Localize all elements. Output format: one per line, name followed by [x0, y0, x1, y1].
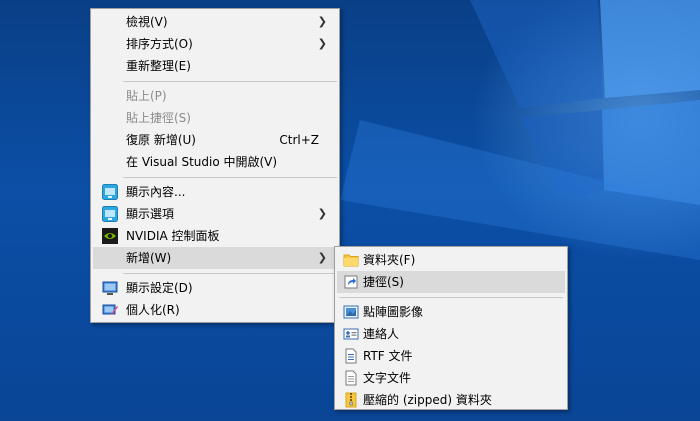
menu-item-personalize-label: 個人化(R) — [126, 303, 180, 317]
menu-separator — [123, 273, 337, 274]
menu-separator — [123, 81, 337, 82]
chevron-right-icon: ❯ — [317, 15, 327, 28]
submenu-item-folder[interactable]: 資料夾(F) — [337, 249, 565, 271]
menu-item-paste-label: 貼上(P) — [126, 89, 167, 103]
text-document-icon — [345, 370, 357, 386]
menu-item-display-content-label: 顯示內容... — [126, 185, 186, 199]
menu-separator — [123, 177, 337, 178]
rtf-document-icon — [345, 348, 357, 364]
menu-item-open-in-visual-studio-label: 在 Visual Studio 中開啟(V) — [126, 155, 278, 169]
menu-item-sort-by[interactable]: 排序方式(O) ❯ — [93, 33, 337, 55]
menu-item-undo-new[interactable]: 復原 新增(U) Ctrl+Z — [93, 129, 337, 151]
submenu-item-text-label: 文字文件 — [363, 371, 412, 385]
menu-separator — [339, 297, 563, 298]
submenu-item-rtf[interactable]: RTF 文件 — [337, 345, 565, 367]
bitmap-image-icon — [343, 305, 359, 319]
menu-item-display-content[interactable]: 顯示內容... — [93, 181, 337, 203]
zip-folder-icon — [345, 392, 357, 408]
menu-item-nvidia-control-panel[interactable]: NVIDIA 控制面板 — [93, 225, 337, 247]
submenu-item-text[interactable]: 文字文件 — [337, 367, 565, 389]
submenu-item-folder-label: 資料夾(F) — [363, 253, 416, 267]
menu-item-display-options[interactable]: 顯示選項 ❯ — [93, 203, 337, 225]
menu-item-new-label: 新增(W) — [126, 251, 172, 265]
display-settings-icon — [102, 281, 118, 295]
submenu-item-bitmap-label: 點陣圖影像 — [363, 305, 424, 319]
menu-item-display-settings[interactable]: 顯示設定(D) — [93, 277, 337, 299]
submenu-item-shortcut[interactable]: 捷徑(S) — [337, 271, 565, 293]
submenu-item-contact[interactable]: 連絡人 — [337, 323, 565, 345]
nvidia-icon — [102, 228, 118, 244]
folder-icon — [343, 254, 359, 267]
intel-graphics-icon — [102, 184, 118, 200]
menu-item-view[interactable]: 檢視(V) ❯ — [93, 11, 337, 33]
menu-item-paste-shortcut[interactable]: 貼上捷徑(S) — [93, 107, 337, 129]
submenu-item-contact-label: 連絡人 — [363, 327, 400, 341]
intel-graphics-icon — [102, 206, 118, 222]
menu-item-paste[interactable]: 貼上(P) — [93, 85, 337, 107]
menu-item-new[interactable]: 新增(W) ❯ — [93, 247, 337, 269]
shortcut-icon — [344, 275, 358, 289]
chevron-right-icon: ❯ — [317, 251, 327, 264]
chevron-right-icon: ❯ — [317, 207, 327, 220]
menu-item-undo-new-label: 復原 新增(U) — [126, 133, 196, 147]
menu-item-paste-shortcut-label: 貼上捷徑(S) — [126, 111, 191, 125]
menu-item-display-settings-label: 顯示設定(D) — [126, 281, 193, 295]
chevron-right-icon: ❯ — [317, 37, 327, 50]
submenu-item-zip-label: 壓縮的 (zipped) 資料夾 — [363, 393, 492, 407]
submenu-item-shortcut-label: 捷徑(S) — [363, 275, 404, 289]
menu-item-personalize[interactable]: 個人化(R) — [93, 299, 337, 321]
contact-card-icon — [343, 328, 359, 340]
desktop-context-menu: 檢視(V) ❯ 排序方式(O) ❯ 重新整理(E) 貼上(P) 貼上捷徑(S) … — [90, 8, 340, 323]
menu-item-display-options-label: 顯示選項 — [126, 207, 175, 221]
submenu-item-bitmap[interactable]: 點陣圖影像 — [337, 301, 565, 323]
menu-item-open-in-visual-studio[interactable]: 在 Visual Studio 中開啟(V) — [93, 151, 337, 173]
menu-item-refresh[interactable]: 重新整理(E) — [93, 55, 337, 77]
submenu-item-zip[interactable]: 壓縮的 (zipped) 資料夾 — [337, 389, 565, 411]
new-submenu: 資料夾(F) 捷徑(S) 點陣圖影像 連絡人 RTF 文件 文字文件 壓縮的 (… — [334, 246, 568, 410]
personalize-icon — [102, 304, 118, 315]
menu-item-nvidia-label: NVIDIA 控制面板 — [126, 229, 220, 243]
menu-item-undo-shortcut-key: Ctrl+Z — [279, 133, 319, 147]
menu-item-refresh-label: 重新整理(E) — [126, 59, 191, 73]
menu-item-view-label: 檢視(V) — [126, 15, 168, 29]
menu-item-sort-by-label: 排序方式(O) — [126, 37, 193, 51]
submenu-item-rtf-label: RTF 文件 — [363, 349, 413, 363]
